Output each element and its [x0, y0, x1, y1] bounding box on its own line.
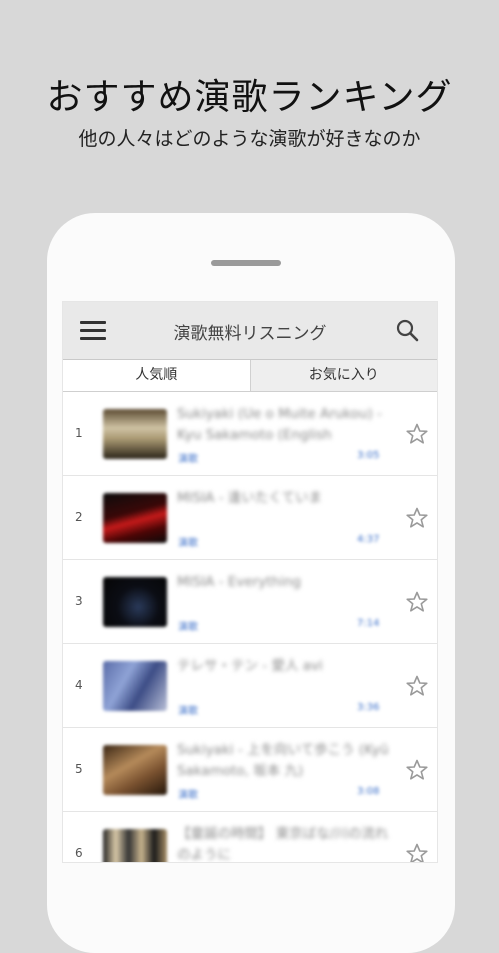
song-duration: 3:36 [357, 702, 380, 713]
tab-favorites[interactable]: お気に入り [249, 360, 437, 391]
phone-frame: 演歌無料リスニング 人気順 お気に入り 1 Sukiyaki (Ue o Mui… [47, 213, 455, 953]
song-title: Sukiyaki - 上を向いて歩こう (Kyū Sakamoto, 坂本 九) [177, 742, 389, 779]
song-title: テレサ・テン - 愛人 avi [177, 658, 323, 674]
video-thumbnail [103, 745, 167, 795]
song-list: 1 Sukiyaki (Ue o Muite Arukou) - Kyu Sak… [63, 392, 437, 862]
favorite-star-icon[interactable] [405, 674, 429, 698]
song-row[interactable]: 4 テレサ・テン - 愛人 avi 演歌 3:36 [63, 644, 437, 728]
rank-number: 2 [75, 510, 83, 524]
rank-number: 5 [75, 762, 83, 776]
app-title: 演歌無料リスニング [173, 324, 327, 344]
song-channel: 演歌 [178, 790, 198, 801]
song-row[interactable]: 3 MISIA - Everything 演歌 7:14 [63, 560, 437, 644]
song-duration: 3:08 [357, 786, 380, 797]
rank-number: 3 [75, 594, 83, 608]
video-thumbnail [103, 829, 167, 862]
song-duration: 3:05 [357, 450, 380, 461]
rank-number: 6 [75, 846, 83, 860]
favorite-star-icon[interactable] [405, 758, 429, 782]
favorite-star-icon[interactable] [405, 842, 429, 862]
promo-headline: おすすめ演歌ランキング [46, 77, 453, 118]
promo-subline: 他の人々はどのような演歌が好きなのか [78, 128, 421, 150]
song-row[interactable]: 6 【童謡の時間】 東京ばな/川の流れのように 演歌 [63, 812, 437, 862]
favorite-star-icon[interactable] [405, 590, 429, 614]
song-title: MISIA - Everything [177, 574, 301, 590]
video-thumbnail [103, 493, 167, 543]
rank-number: 4 [75, 678, 83, 692]
song-row[interactable]: 2 MISIA - 逢いたくていま 演歌 4:37 [63, 476, 437, 560]
song-channel: 演歌 [178, 622, 198, 633]
video-thumbnail [103, 577, 167, 627]
favorite-star-icon[interactable] [405, 506, 429, 530]
rank-number: 1 [75, 426, 83, 440]
song-channel: 演歌 [178, 706, 198, 717]
song-title: MISIA - 逢いたくていま [177, 490, 322, 506]
tab-bar: 人気順 お気に入り [63, 360, 437, 392]
song-title: 【童謡の時間】 東京ばな/川の流れのように [177, 826, 389, 862]
song-row[interactable]: 1 Sukiyaki (Ue o Muite Arukou) - Kyu Sak… [63, 392, 437, 476]
song-row[interactable]: 5 Sukiyaki - 上を向いて歩こう (Kyū Sakamoto, 坂本 … [63, 728, 437, 812]
search-icon[interactable] [395, 318, 419, 342]
song-duration: 7:14 [357, 618, 380, 629]
app-bar: 演歌無料リスニング [63, 302, 437, 360]
phone-speaker [211, 260, 281, 266]
song-title: Sukiyaki (Ue o Muite Arukou) - Kyu Sakam… [177, 406, 382, 443]
video-thumbnail [103, 409, 167, 459]
tab-popular[interactable]: 人気順 [63, 360, 250, 391]
song-channel: 演歌 [178, 538, 198, 549]
song-duration: 4:37 [357, 534, 380, 545]
song-channel: 演歌 [178, 454, 198, 465]
favorite-star-icon[interactable] [405, 422, 429, 446]
video-thumbnail [103, 661, 167, 711]
app-screen: 演歌無料リスニング 人気順 お気に入り 1 Sukiyaki (Ue o Mui… [63, 302, 437, 862]
